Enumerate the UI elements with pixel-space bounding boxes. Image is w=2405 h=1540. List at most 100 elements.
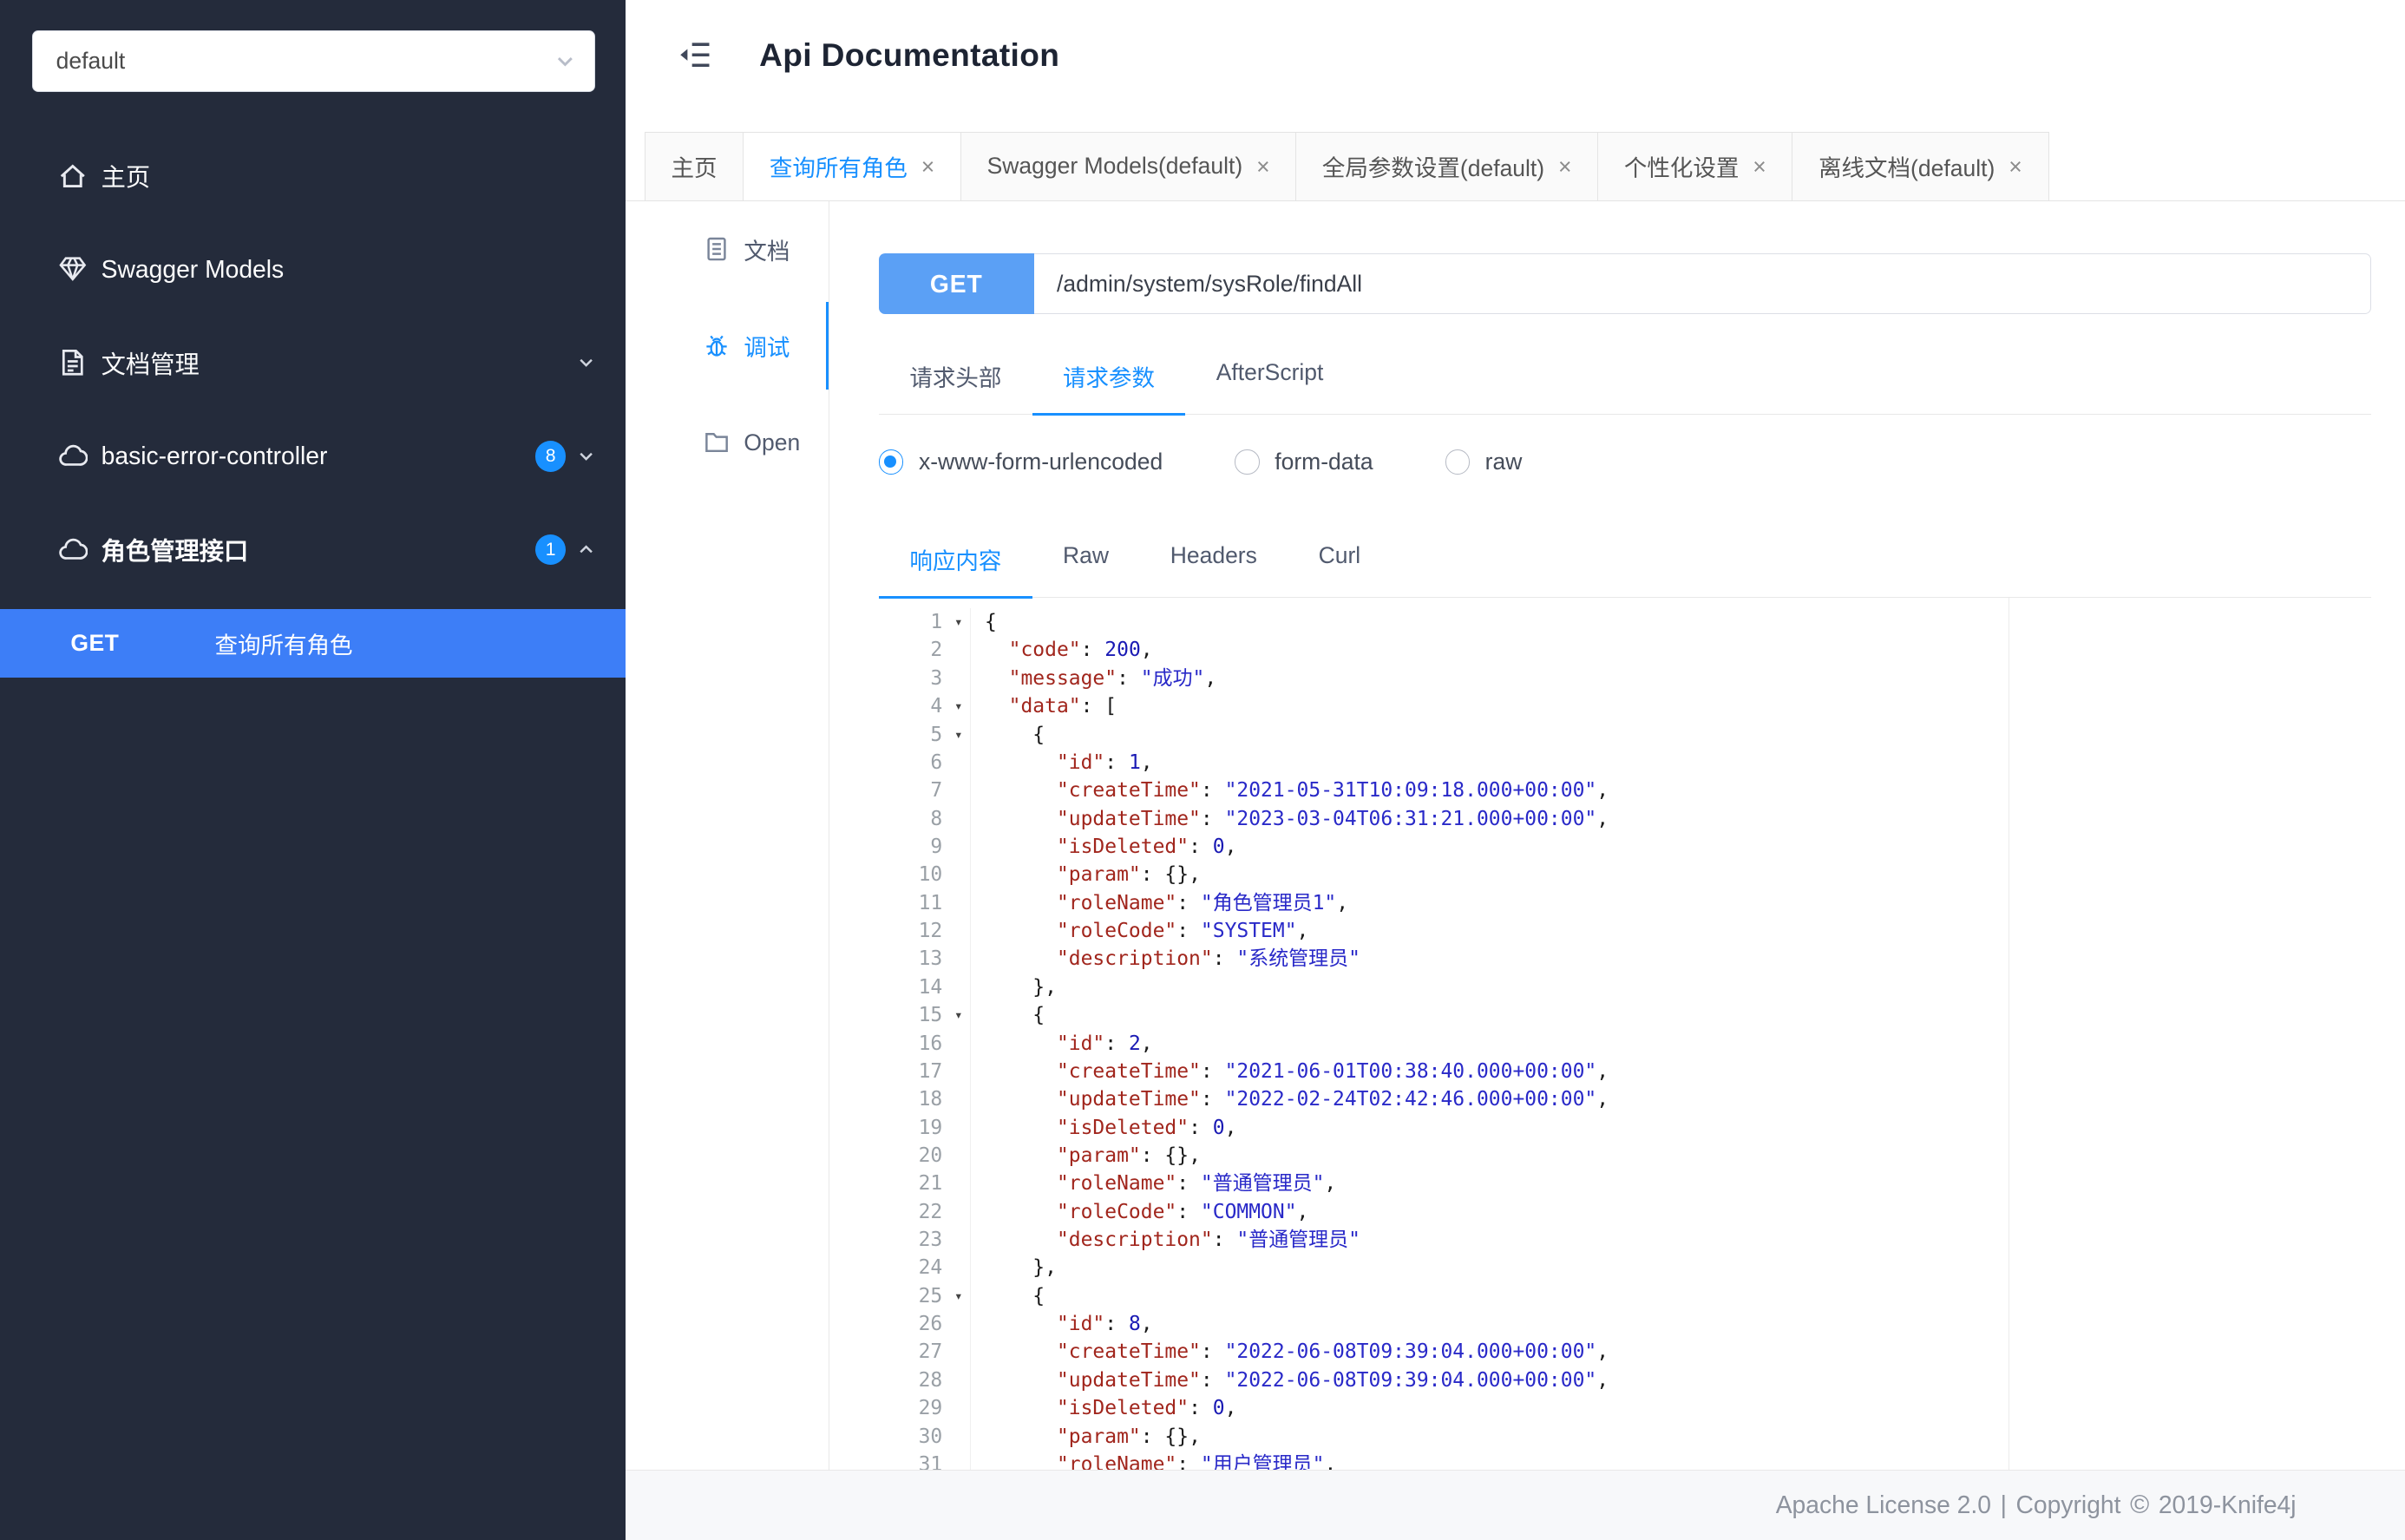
chevron-down-icon (577, 447, 595, 465)
code-text: "updateTime": "2023-03-04T06:31:21.000+0… (1056, 807, 1609, 830)
bug-icon (704, 333, 730, 359)
gutter: 1 ▾ (879, 608, 972, 637)
code-text: "isDeleted": 0, (1056, 835, 1237, 858)
code-line: 11 "roleName": "角色管理员1", (879, 888, 2009, 918)
code-text: { (984, 723, 1045, 746)
sidebar-item-swagger-models[interactable]: Swagger Models (0, 222, 626, 316)
tab-query-all-roles[interactable]: 查询所有角色 × (742, 132, 962, 200)
code-line: 20 "param": {}, (879, 1141, 2009, 1170)
tab-headers[interactable]: Headers (1139, 522, 1288, 599)
close-icon[interactable]: × (2009, 154, 2022, 179)
code-line: 29 "isDeleted": 0, (879, 1394, 2009, 1423)
tab-personal-settings[interactable]: 个性化设置 × (1596, 132, 1793, 200)
radio-circle-icon (1445, 449, 1470, 475)
tab-label: 主页 (671, 155, 718, 182)
sidebar-item-label: Swagger Models (101, 254, 285, 283)
gutter: 26 (879, 1310, 972, 1339)
fold-arrow-icon[interactable]: ▾ (947, 608, 971, 636)
api-group-select[interactable]: default (32, 30, 595, 93)
footer-copyright: Copyright (2015, 1491, 2121, 1519)
code-line: 18 "updateTime": "2022-02-24T02:42:46.00… (879, 1085, 2009, 1114)
gutter: 19 (879, 1113, 972, 1142)
tab-response-body[interactable]: 响应内容 (878, 522, 1032, 599)
tab-raw[interactable]: Raw (1032, 522, 1140, 599)
line-number: 8 (930, 807, 943, 830)
code-text: "roleName": "角色管理员1", (1056, 891, 1349, 914)
code-text: "id": 2, (1056, 1032, 1153, 1055)
close-icon[interactable]: × (1753, 154, 1766, 179)
code-text: }, (984, 1256, 1057, 1280)
tab-curl[interactable]: Curl (1288, 522, 1391, 599)
close-icon[interactable]: × (1256, 154, 1269, 179)
menu-fold-icon[interactable] (677, 36, 713, 73)
code-line: 22 "roleCode": "COMMON", (879, 1197, 2009, 1227)
line-number: 18 (918, 1088, 943, 1111)
radio-form-data[interactable]: form-data (1235, 449, 1373, 475)
gutter: 10 (879, 861, 972, 889)
side-tab-debug[interactable]: 调试 (626, 298, 830, 394)
tab-global-params[interactable]: 全局参数设置(default) × (1294, 132, 1599, 200)
gutter: 4 ▾ (879, 692, 972, 721)
sidebar: default 主页 Swagger Models 文档管理 basic-error-… (0, 0, 626, 1540)
fold-arrow-icon[interactable]: ▾ (947, 692, 971, 720)
tab-request-headers[interactable]: 请求头部 (879, 339, 1032, 416)
sidebar-item-doc-manage[interactable]: 文档管理 (0, 316, 626, 410)
code-line: 30 "param": {}, (879, 1422, 2009, 1451)
radio-circle-icon (1235, 449, 1260, 475)
side-tab-open[interactable]: Open (626, 394, 829, 490)
gutter: 20 (879, 1141, 972, 1170)
line-number: 28 (918, 1368, 943, 1392)
tab-request-params[interactable]: 请求参数 (1032, 339, 1186, 416)
close-icon[interactable]: × (1558, 154, 1571, 179)
code-text: "updateTime": "2022-02-24T02:42:46.000+0… (1056, 1088, 1609, 1111)
side-tab-doc[interactable]: 文档 (626, 201, 829, 298)
radio-raw[interactable]: raw (1445, 449, 1523, 475)
gutter: 30 (879, 1422, 972, 1451)
close-icon[interactable]: × (921, 154, 934, 179)
code-text: "roleCode": "SYSTEM", (1056, 920, 1309, 943)
code-line: 14 }, (879, 973, 2009, 1002)
api-method-label: GET (70, 630, 120, 657)
count-badge: 8 (535, 441, 567, 472)
request-url-input[interactable]: /admin/system/sysRole/findAll (1033, 252, 2372, 315)
code-text: "createTime": "2021-05-31T10:09:18.000+0… (1056, 779, 1609, 803)
code-line: 15 ▾ { (879, 1001, 2009, 1030)
fold-arrow-icon[interactable]: ▾ (947, 721, 971, 749)
sidebar-item-basic-error-controller[interactable]: basic-error-controller 8 (0, 410, 626, 503)
home-icon (58, 161, 88, 191)
line-number: 4 (930, 695, 943, 718)
line-number: 7 (930, 779, 943, 803)
folder-icon (704, 429, 730, 455)
sidebar-api-item-query-all-roles[interactable]: GET 查询所有角色 (0, 608, 626, 678)
line-number: 12 (918, 920, 943, 943)
tab-offline-docs[interactable]: 离线文档(default) × (1792, 132, 2049, 200)
tab-afterscript[interactable]: AfterScript (1185, 339, 1353, 416)
gutter: 25 ▾ (879, 1281, 972, 1311)
code-text: "roleName": "用户管理员", (1056, 1452, 1337, 1470)
code-line: 8 "updateTime": "2023-03-04T06:31:21.000… (879, 804, 2009, 833)
debug-panel: GET /admin/system/sysRole/findAll 请求头部 请求… (829, 201, 2405, 1470)
line-number: 30 (918, 1425, 943, 1448)
tab-swagger-models[interactable]: Swagger Models(default) × (960, 132, 1297, 200)
code-text: "message": "成功", (1008, 666, 1217, 690)
radio-label: raw (1484, 449, 1523, 475)
radio-x-www-form-urlencoded[interactable]: x-www-form-urlencoded (878, 449, 1163, 475)
gutter: 5 ▾ (879, 720, 972, 749)
fold-arrow-icon[interactable]: ▾ (947, 1282, 971, 1310)
fold-arrow-icon[interactable]: ▾ (947, 1001, 971, 1029)
line-number: 27 (918, 1340, 943, 1364)
sidebar-item-role-manage[interactable]: 角色管理接口 1 (0, 503, 626, 597)
tab-home[interactable]: 主页 (644, 132, 744, 200)
code-text: "description": "普通管理员" (1056, 1229, 1360, 1252)
line-number: 22 (918, 1200, 943, 1223)
sidebar-item-home[interactable]: 主页 (0, 128, 626, 222)
response-editor[interactable]: 1 ▾{2 "code": 200, 3 "message": "成功", 4 ▾ "d… (879, 597, 2009, 1470)
code-text: "isDeleted": 0, (1056, 1116, 1237, 1139)
